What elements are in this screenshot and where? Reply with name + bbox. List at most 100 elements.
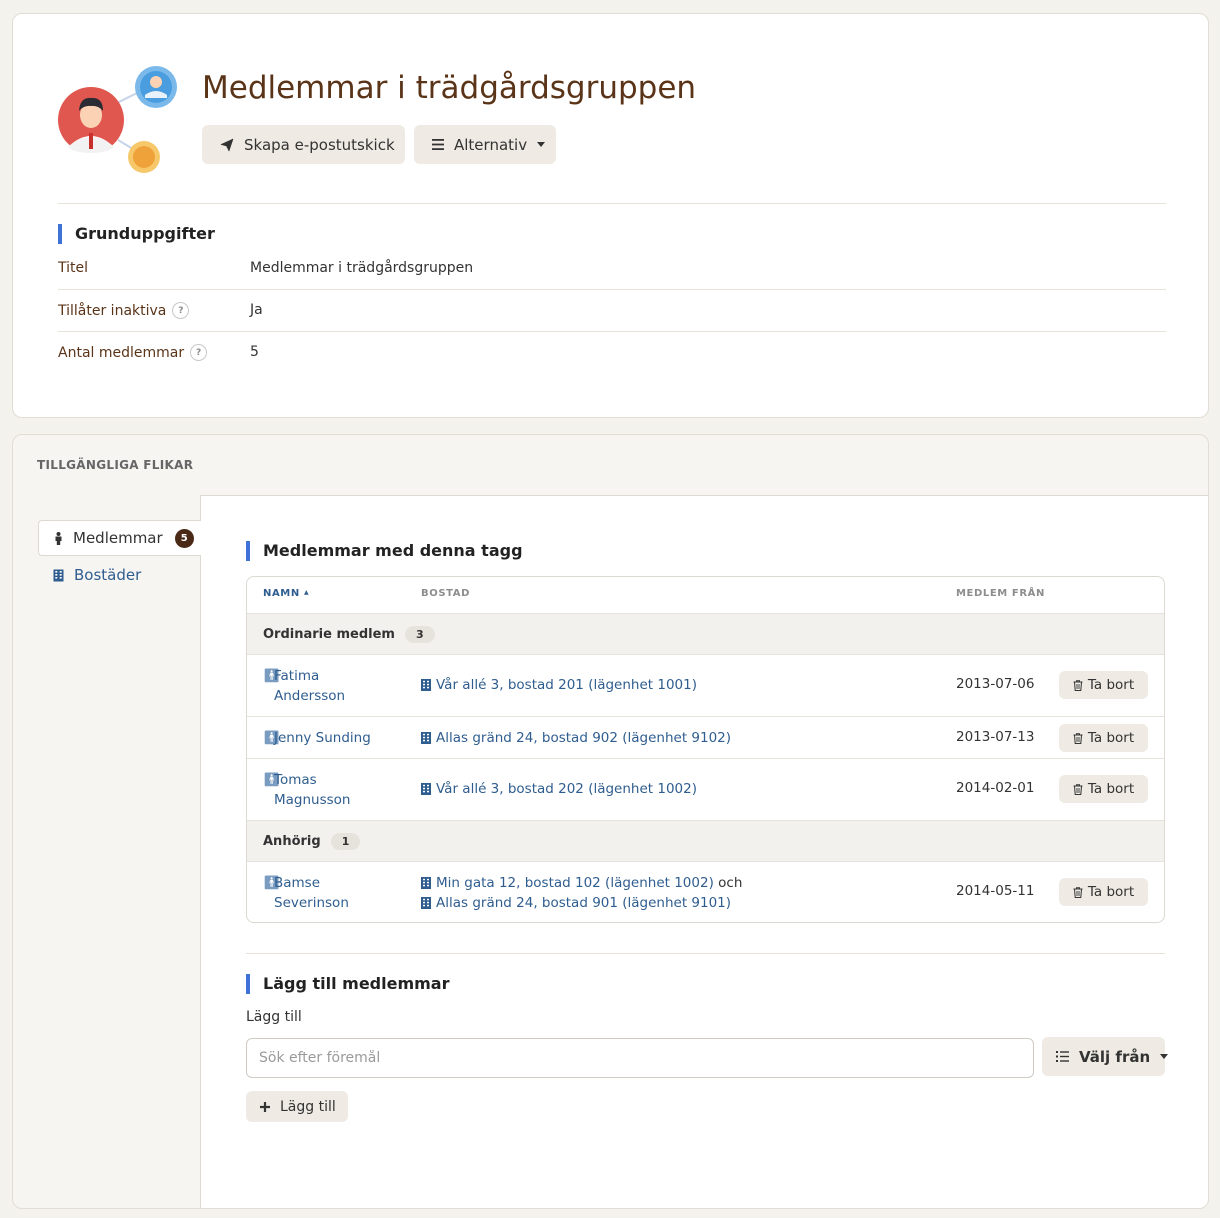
remove-label: Ta bort <box>1087 781 1135 797</box>
building-icon <box>421 877 431 889</box>
building-icon <box>53 569 64 581</box>
person-icon <box>55 531 62 545</box>
add-field-label: Lägg till <box>246 1009 302 1025</box>
group-row-relative: Anhörig 1 <box>247 821 1164 862</box>
info-label-member-count: Antal medlemmar ? <box>58 344 208 361</box>
group-label-text: Ordinarie medlem <box>263 627 395 642</box>
group-details-card: Medlemmar i trädgårdsgruppen Skapa e-pos… <box>12 13 1209 418</box>
tab-members-label: Medlemmar <box>73 529 163 547</box>
remove-label: Ta bort <box>1087 677 1135 693</box>
info-label-text: Tillåter inaktiva <box>58 302 167 319</box>
caret-down-icon <box>537 142 546 147</box>
info-label-text: Antal medlemmar <box>58 344 185 361</box>
caret-down-icon <box>1160 1054 1169 1059</box>
member-name-link[interactable]: 🚹︎Bamse Severinson <box>263 873 403 913</box>
help-icon[interactable]: ? <box>172 302 190 319</box>
member-since-date: 2013-07-06 <box>956 676 1035 692</box>
member-address-link[interactable]: Allas gränd 24, bostad 902 (lägenhet 910… <box>421 728 731 748</box>
address-text: Allas gränd 24, bostad 901 (lägenhet 910… <box>436 895 732 911</box>
row-divider <box>58 289 1166 290</box>
divider <box>58 203 1166 204</box>
member-last-name: Severinson <box>274 895 349 911</box>
help-icon[interactable]: ? <box>190 344 208 361</box>
column-header-member-since[interactable]: MEDLEM FRÅN <box>956 588 1045 599</box>
member-name-link[interactable]: 🚹︎Fatima Andersson <box>263 666 403 706</box>
search-input[interactable] <box>246 1038 1034 1078</box>
member-address-link[interactable]: Vår allé 3, bostad 201 (lägenhet 1001) <box>421 675 697 695</box>
tabs-card: TILLGÄNGLIGA FLIKAR Medlemmar 5 Bostäder… <box>12 434 1209 1209</box>
remove-member-button[interactable]: Ta bort <box>1059 775 1148 803</box>
tab-residences-label: Bostäder <box>74 566 142 584</box>
create-email-button[interactable]: Skapa e-postutskick <box>202 125 405 164</box>
trash-icon <box>1073 783 1083 795</box>
person-icon: 🚹︎ <box>263 772 281 788</box>
address-joiner: och <box>718 875 743 891</box>
group-label-text: Anhörig <box>263 834 321 849</box>
info-label-title: Titel <box>58 260 88 276</box>
list-icon <box>1056 1051 1069 1062</box>
info-value-title: Medlemmar i trädgårdsgruppen <box>250 260 474 276</box>
list-icon <box>432 139 444 150</box>
add-button[interactable]: Lägg till <box>246 1091 348 1122</box>
tab-residences[interactable]: Bostäder <box>53 566 141 584</box>
person-icon: 🚹︎ <box>263 668 281 684</box>
trash-icon <box>1073 679 1083 691</box>
address-text: Vår allé 3, bostad 201 (lägenhet 1001) <box>436 677 697 693</box>
member-first-name: Bamse <box>274 875 321 891</box>
column-header-address[interactable]: BOSTAD <box>421 588 470 599</box>
group-count-badge: 3 <box>404 626 435 643</box>
person-icon: 🚹︎ <box>263 730 281 746</box>
sort-asc-icon: ▲ <box>303 589 310 596</box>
basic-info-heading: Grunduppgifter <box>58 224 215 244</box>
members-section-heading: Medlemmar med denna tagg <box>246 541 523 561</box>
choose-from-label: Välj från <box>1079 1047 1151 1066</box>
member-last-name: Magnusson <box>274 792 351 808</box>
options-label: Alternativ <box>454 135 528 154</box>
column-header-name[interactable]: NAMN ▲ <box>263 588 309 599</box>
member-name-link[interactable]: 🚹︎Tomas Magnusson <box>263 770 403 810</box>
member-since-date: 2013-07-13 <box>956 729 1035 745</box>
member-address-link[interactable]: Vår allé 3, bostad 202 (lägenhet 1002) <box>421 779 697 799</box>
row-divider <box>247 654 1164 655</box>
member-since-date: 2014-02-01 <box>956 780 1035 796</box>
create-email-label: Skapa e-postutskick <box>244 135 395 154</box>
member-first-name: Tomas <box>274 772 317 788</box>
add-members-heading: Lägg till medlemmar <box>246 974 449 994</box>
building-icon <box>421 897 431 909</box>
tabs-heading: TILLGÄNGLIGA FLIKAR <box>37 458 194 472</box>
divider <box>246 953 1165 954</box>
members-table: NAMN ▲ BOSTAD MEDLEM FRÅN Ordinarie medl… <box>246 576 1165 923</box>
group-members-icon <box>58 66 177 173</box>
member-address-link[interactable]: Min gata 12, bostad 102 (lägenhet 1002) … <box>421 873 742 893</box>
info-value-allows-inactive: Ja <box>250 302 263 318</box>
options-dropdown-button[interactable]: Alternativ <box>414 125 556 164</box>
member-name-link[interactable]: 🚹︎Jenny Sunding <box>263 728 403 748</box>
address-text: Min gata 12, bostad 102 (lägenhet 1002) <box>436 875 714 891</box>
building-icon <box>421 679 431 691</box>
remove-member-button[interactable]: Ta bort <box>1059 724 1148 752</box>
member-address-link[interactable]: Allas gränd 24, bostad 901 (lägenhet 910… <box>421 893 731 913</box>
choose-from-dropdown-button[interactable]: Välj från <box>1042 1037 1169 1076</box>
row-divider <box>247 861 1164 862</box>
paper-plane-icon <box>220 138 234 151</box>
member-first-name: Fatima <box>274 668 320 684</box>
tab-members-count-badge: 5 <box>174 528 194 548</box>
remove-member-button[interactable]: Ta bort <box>1059 671 1148 699</box>
row-divider <box>247 716 1164 717</box>
group-label: Ordinarie medlem 3 <box>263 626 435 643</box>
add-button-label: Lägg till <box>280 1098 336 1115</box>
member-last-name: Andersson <box>274 688 346 704</box>
trash-icon <box>1073 732 1083 744</box>
trash-icon <box>1073 886 1083 898</box>
group-count-badge: 1 <box>330 833 361 850</box>
member-first-name: Jenny Sunding <box>274 730 371 746</box>
page-title: Medlemmar i trädgårdsgruppen <box>202 70 697 106</box>
row-divider <box>247 758 1164 759</box>
tab-members[interactable]: Medlemmar 5 <box>38 520 201 556</box>
group-label: Anhörig 1 <box>263 833 361 850</box>
row-divider <box>58 331 1166 332</box>
column-header-name-label: NAMN <box>263 588 300 599</box>
building-icon <box>421 783 431 795</box>
person-icon: 🚹︎ <box>263 875 281 891</box>
remove-member-button[interactable]: Ta bort <box>1059 878 1148 906</box>
